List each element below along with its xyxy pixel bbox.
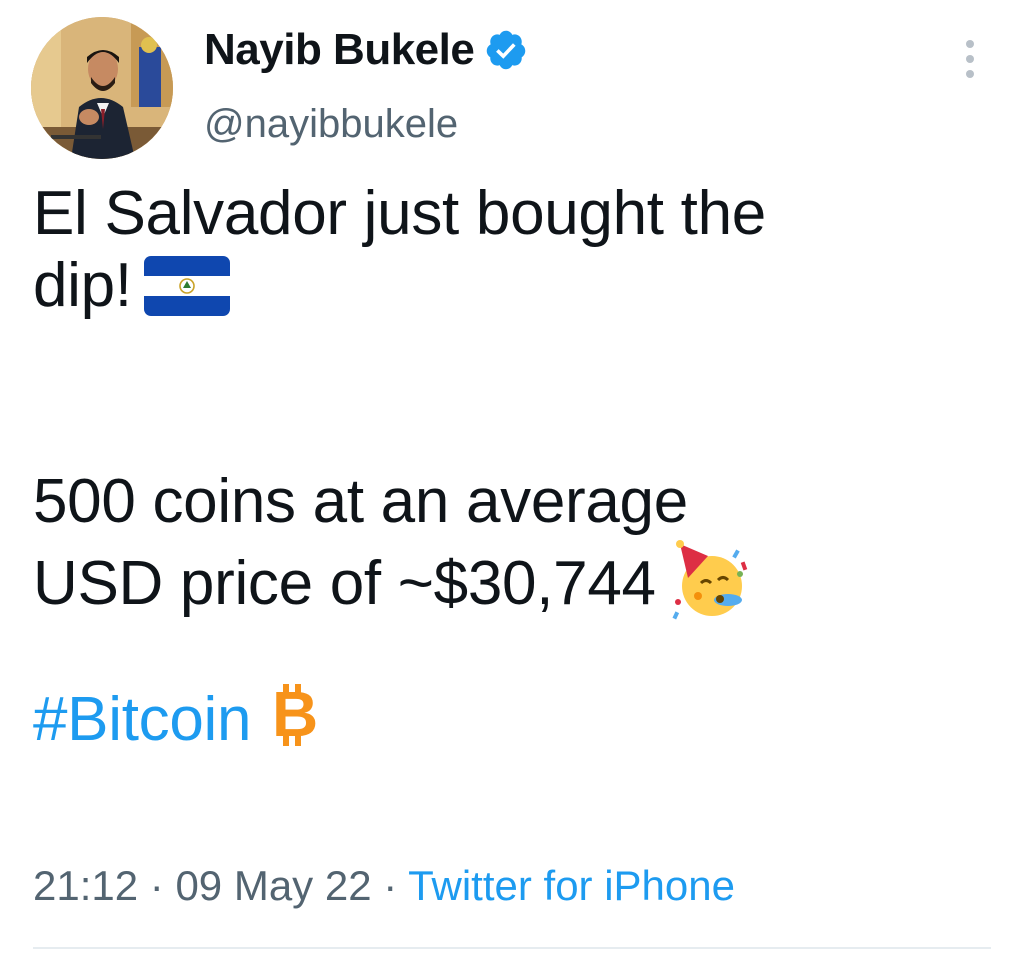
- separator: ·: [383, 862, 398, 909]
- tweet-line: #Bitcoin B: [33, 682, 993, 766]
- tweet-line: 500 coins at an average: [33, 467, 688, 536]
- verified-badge-icon: [487, 30, 526, 70]
- tweet-date[interactable]: 09 May 22: [175, 862, 371, 909]
- tweet-line: USD price of ~$30,744: [33, 538, 993, 620]
- tweet-line-text: USD price of ~$30,744: [33, 549, 656, 618]
- tweet-card: Nayib Bukele @nayibbukele El Salvador ju…: [0, 0, 1024, 954]
- bitcoin-icon: B: [272, 682, 318, 748]
- tweet-metadata: 21:12 · 09 May 22 · Twitter for iPhone: [33, 860, 735, 912]
- tweet-time[interactable]: 21:12: [33, 862, 138, 909]
- more-options-icon[interactable]: [955, 38, 985, 80]
- display-name-text[interactable]: Nayib Bukele: [204, 24, 475, 76]
- divider: [33, 947, 991, 949]
- profile-photo: [31, 17, 173, 159]
- separator: ·: [149, 862, 164, 909]
- hashtag-link[interactable]: #Bitcoin: [33, 685, 251, 754]
- display-name[interactable]: Nayib Bukele: [204, 24, 528, 76]
- handle[interactable]: @nayibbukele: [204, 100, 458, 148]
- tweet-line: dip!: [33, 250, 993, 322]
- partying-face-icon: [672, 540, 747, 620]
- avatar[interactable]: [31, 17, 173, 159]
- tweet-text: El Salvador just bought the dip! 500 coi…: [33, 178, 993, 766]
- tweet-line: El Salvador just bought the: [33, 179, 766, 248]
- tweet-line-text: dip!: [33, 251, 132, 320]
- el-salvador-flag-icon: [143, 256, 230, 316]
- tweet-source-link[interactable]: Twitter for iPhone: [408, 862, 735, 909]
